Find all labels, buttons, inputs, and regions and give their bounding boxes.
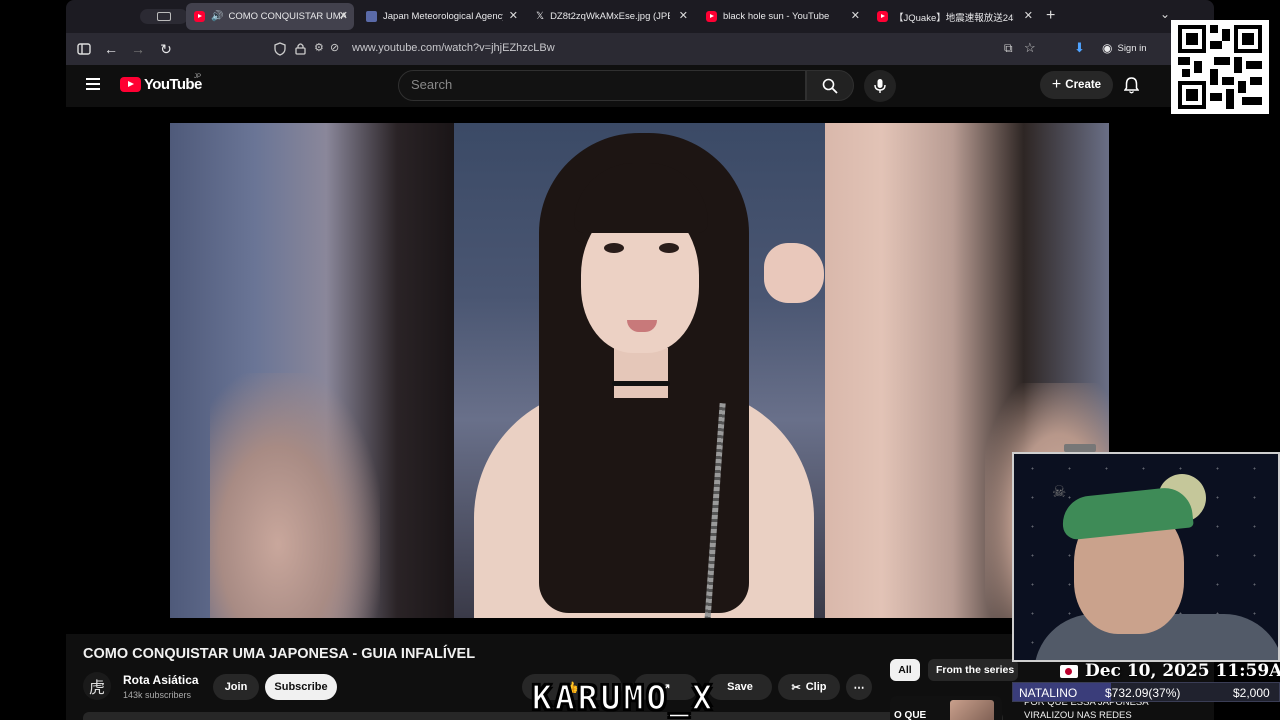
- lock-icon[interactable]: [295, 42, 306, 55]
- chevron-down-icon[interactable]: ⌄: [1160, 7, 1170, 21]
- tab-x-image[interactable]: 𝕏 DZ8t2zqWkAMxEse.jpg (JPEG I ✕: [528, 3, 694, 30]
- clip-button[interactable]: ✂ Clip: [778, 674, 840, 700]
- search-icon: [822, 78, 838, 94]
- download-icon[interactable]: ⬇: [1074, 40, 1085, 56]
- close-tab-icon[interactable]: ✕: [509, 9, 518, 22]
- scissors-icon: ✂: [791, 681, 801, 694]
- tab-label: Japan Meteorological Agency | E: [383, 11, 503, 22]
- close-tab-icon[interactable]: ✕: [851, 9, 860, 22]
- screen: 🔊 COMO CONQUISTAR UMA ✕ Japan Meteorolog…: [0, 0, 1280, 720]
- join-button[interactable]: Join: [213, 674, 259, 700]
- tab-jquake[interactable]: 【JQuake】地震速報放送24時間 ✕: [869, 3, 1039, 30]
- shield-icon[interactable]: [274, 42, 286, 56]
- create-button[interactable]: + Create: [1040, 71, 1113, 99]
- recommended-thumbnail[interactable]: O QUE: [890, 696, 1002, 720]
- youtube-icon: [194, 11, 205, 22]
- new-tab-button[interactable]: +: [1046, 7, 1055, 25]
- qr-code: [1171, 20, 1269, 114]
- youtube-icon: [706, 11, 717, 22]
- back-arrow-icon[interactable]: ←: [101, 39, 121, 59]
- webcam-overlay: ☠: [1012, 452, 1280, 662]
- video-title: COMO CONQUISTAR UMA JAPONESA - GUIA INFA…: [83, 646, 476, 662]
- sidebar-toggle[interactable]: [140, 9, 188, 24]
- close-tab-icon[interactable]: ✕: [679, 9, 688, 22]
- tab-label: DZ8t2zqWkAMxEse.jpg (JPEG I: [550, 11, 670, 22]
- url-bar[interactable]: ⚙ ⊘ www.youtube.com/watch?v=jhjEZhzcLBw …: [266, 37, 1056, 61]
- tab-label: COMO CONQUISTAR UMA: [228, 11, 346, 22]
- plus-icon: +: [1051, 76, 1062, 93]
- microphone-icon: [874, 79, 886, 93]
- voice-search-button[interactable]: [864, 70, 896, 102]
- reload-icon[interactable]: ↻: [156, 39, 176, 59]
- browser-nav-bar: ← → ↻ ⚙ ⊘ www.youtube.com/watch?v=jhjEZh…: [66, 33, 1214, 65]
- goal-target: $2,000: [1233, 686, 1270, 700]
- subscribe-button[interactable]: Subscribe: [265, 674, 337, 700]
- tab-label: black hole sun - YouTube: [723, 11, 830, 22]
- tab-jma[interactable]: Japan Meteorological Agency | E ✕: [358, 3, 524, 30]
- account-icon: ◉: [1102, 41, 1113, 55]
- qr-code-image: [1178, 25, 1262, 109]
- stream-datetime: Dec 10, 2025 11:59AM: [1085, 661, 1280, 681]
- tab-youtube-active[interactable]: 🔊 COMO CONQUISTAR UMA ✕: [186, 3, 354, 30]
- donation-goal-bar: NATALINO $732.09(37%) $2,000: [1012, 682, 1280, 702]
- chip-all[interactable]: All: [890, 659, 920, 681]
- tab-black-hole-sun[interactable]: black hole sun - YouTube ✕: [698, 3, 866, 30]
- more-actions-button[interactable]: ⋯: [846, 674, 872, 700]
- create-label: Create: [1065, 79, 1102, 91]
- search-input[interactable]: [411, 77, 791, 92]
- close-tab-icon[interactable]: ✕: [339, 9, 348, 22]
- sidebar-icon[interactable]: [74, 39, 94, 59]
- notifications-bell-icon[interactable]: [1124, 77, 1139, 94]
- chip-from-series[interactable]: From the series: [928, 659, 1018, 681]
- page-icon: [366, 11, 377, 22]
- watermark-logo: KARUMO_X: [531, 678, 715, 718]
- bookmark-star-icon[interactable]: ☆: [1024, 40, 1036, 56]
- url-text: www.youtube.com/watch?v=jhjEZhzcLBw: [352, 42, 555, 54]
- menu-icon[interactable]: [86, 78, 100, 90]
- speaker-icon[interactable]: 🔊: [211, 11, 223, 22]
- youtube-play-icon: [120, 77, 141, 92]
- tab-label: 【JQuake】地震速報放送24時間: [894, 12, 1014, 24]
- search-button[interactable]: [806, 70, 854, 101]
- clip-label: Clip: [805, 681, 827, 693]
- subscriber-count: 143k subscribers: [123, 690, 192, 700]
- blurred-side-left: [170, 123, 454, 618]
- picture-in-picture-icon[interactable]: ⧉: [1004, 41, 1013, 56]
- goal-name: NATALINO: [1019, 686, 1078, 700]
- youtube-icon: [877, 11, 888, 22]
- video-player[interactable]: [170, 123, 1109, 618]
- sign-in-button[interactable]: ◉ Sign in: [1102, 41, 1147, 55]
- channel-avatar[interactable]: 虎: [83, 672, 111, 700]
- close-tab-icon[interactable]: ✕: [1024, 9, 1033, 22]
- browser-tab-bar: 🔊 COMO CONQUISTAR UMA ✕ Japan Meteorolog…: [66, 0, 1214, 33]
- autoplay-blocked-icon[interactable]: ⊘: [330, 41, 339, 54]
- search-box[interactable]: [398, 70, 806, 101]
- sidebar-icon: [157, 12, 171, 21]
- region-code: JP: [194, 74, 202, 80]
- x-icon: 𝕏: [536, 11, 545, 22]
- japan-flag-icon: [1060, 665, 1078, 678]
- channel-name[interactable]: Rota Asiática: [123, 673, 199, 687]
- youtube-logo[interactable]: YouTube JP: [120, 74, 202, 93]
- thumbnail-text: O QUE: [894, 710, 927, 720]
- youtube-header: YouTube JP + Create: [66, 65, 1214, 107]
- video-frame: [454, 123, 825, 618]
- permissions-icon[interactable]: ⚙: [314, 41, 324, 54]
- forward-arrow-icon[interactable]: →: [128, 39, 148, 59]
- skull-icon: ☠: [1052, 484, 1067, 501]
- goal-amount: $732.09(37%): [1105, 686, 1181, 700]
- sign-in-label: Sign in: [1117, 42, 1147, 54]
